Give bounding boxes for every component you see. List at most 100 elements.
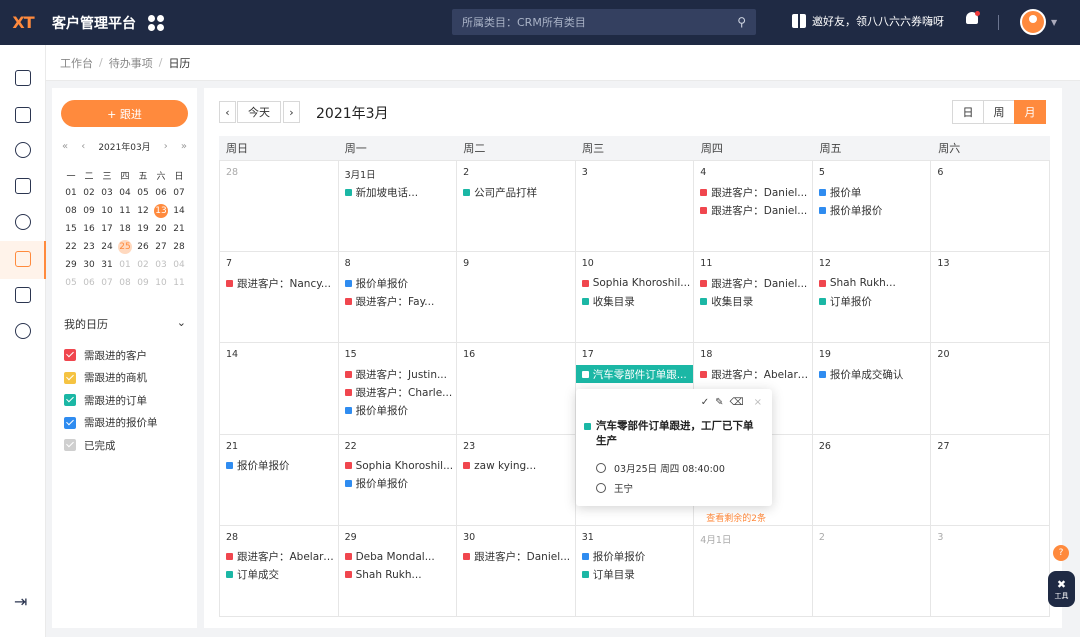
calendar-event[interactable]: 跟进客户：Daniel... [463,548,575,566]
calendar-event[interactable]: 报价单报价 [818,201,931,219]
calendar-event[interactable]: 跟进客户：Justin... [344,365,457,383]
mini-day[interactable]: 02 [80,184,98,202]
show-more-link[interactable]: 查看剩余的2条 [700,511,812,524]
mini-day[interactable]: 09 [80,202,98,220]
mini-day[interactable]: 09 [134,274,152,292]
promo-link[interactable]: 邀好友，领八八六六券嗨呀 [792,13,944,29]
mini-day[interactable]: 06 [80,274,98,292]
mini-day[interactable]: 26 [134,238,152,256]
help-button[interactable]: ? [1053,545,1069,561]
finance-icon[interactable] [15,214,31,230]
view-button[interactable]: 日 [952,100,984,124]
prev-month-button[interactable]: ‹ [219,101,236,123]
calendar-event[interactable]: 跟进客户：Abelard... [226,548,338,566]
customer-icon[interactable] [15,142,31,158]
app-logo[interactable]: XT [0,0,46,45]
calendar-event[interactable]: 跟进客户：Abelard... [700,365,812,383]
bell-icon[interactable] [964,11,980,30]
calendar-event[interactable]: 订单报价 [818,292,931,310]
mini-day-marker[interactable]: 25 [118,240,132,254]
mini-day[interactable]: 02 [134,256,152,274]
calendar-event[interactable]: zaw kying... [463,457,575,475]
next-month-icon[interactable]: › [164,141,168,152]
mini-day[interactable]: 30 [80,256,98,274]
day-cell[interactable]: 4月1日 [694,525,813,617]
day-cell[interactable]: 9 [457,252,576,344]
mini-day[interactable]: 12 [134,202,152,220]
mini-day[interactable]: 08 [62,202,80,220]
follow-up-button[interactable]: + 跟进 [61,100,188,127]
next-year-icon[interactable]: » [181,141,187,152]
calendar-filter-item[interactable]: 需跟进的订单 [64,389,158,412]
mini-day[interactable]: 19 [134,220,152,238]
calendar-event[interactable]: 报价单报价 [344,401,457,419]
search-input[interactable]: 所属类目：CRM所有类目 ⚲ [452,9,756,35]
settings-icon[interactable] [15,323,31,339]
contacts-icon[interactable] [15,178,31,194]
mini-day[interactable]: 29 [62,256,80,274]
mini-day[interactable]: 23 [80,238,98,256]
mini-day[interactable]: 05 [134,184,152,202]
calendar-event[interactable]: 报价单报价 [581,548,694,566]
day-cell[interactable]: 22 Sophia Khoroshil... 报价单报价 [338,434,458,526]
mini-day[interactable]: 10 [98,202,116,220]
mini-day[interactable]: 18 [116,220,134,238]
breadcrumb-item[interactable]: 工作台 [60,55,93,71]
calendar-event[interactable]: 订单成交 [226,566,338,584]
complete-icon[interactable]: ✓ [701,397,709,408]
day-cell[interactable]: 4 跟进客户：Daniel... 跟进客户：Daniel... [694,161,813,253]
mini-day[interactable]: 03 [152,256,170,274]
mini-day[interactable]: 08 [116,274,134,292]
prev-month-icon[interactable]: ‹ [81,141,85,152]
day-cell[interactable]: 21 报价单报价 [220,434,339,526]
mini-day[interactable]: 31 [98,256,116,274]
day-cell[interactable]: 8 报价单报价 跟进客户：Fay... [338,252,458,344]
calendar-event[interactable]: 新加坡电话... [344,183,457,201]
delete-icon[interactable]: ⌫ [729,397,743,408]
calendar-event[interactable]: 跟进客户：Charle... [344,383,457,401]
calendar-event[interactable]: 跟进客户：Fay... [344,292,457,310]
day-cell[interactable]: 19 报价单成交确认 [812,343,932,435]
day-cell[interactable]: 27 [931,434,1050,526]
mini-day[interactable]: 25 [116,238,134,256]
day-cell[interactable]: 2 公司产品打样 [457,161,576,253]
day-cell[interactable]: 20 [931,343,1050,435]
mini-day[interactable]: 15 [62,220,80,238]
calendar-event[interactable]: 跟进客户：Daniel... [700,201,812,219]
day-cell[interactable]: 31 报价单报价 订单目录 [575,525,695,617]
day-cell[interactable]: 15 跟进客户：Justin... 跟进客户：Charle... 报价单报价 [338,343,458,435]
mini-day[interactable]: 28 [170,238,188,256]
day-cell[interactable]: 12 Shah Rukh... 订单报价 [812,252,932,344]
tools-button[interactable]: ✖ 工具 [1048,571,1075,607]
mail-icon[interactable] [15,107,31,123]
day-cell[interactable]: 26 [812,434,932,526]
mini-day[interactable]: 27 [152,238,170,256]
checkbox[interactable] [64,416,76,429]
mini-day[interactable]: 11 [116,202,134,220]
mini-day[interactable]: 03 [98,184,116,202]
mini-day[interactable]: 01 [62,184,80,202]
mini-day[interactable]: 07 [98,274,116,292]
mini-day[interactable]: 20 [152,220,170,238]
mini-day[interactable]: 14 [170,202,188,220]
day-cell[interactable]: 11 跟进客户：Daniel... 收集目录 [694,252,813,344]
store-icon[interactable] [15,287,31,303]
calendar-filter-item[interactable]: 需跟进的客户 [64,344,158,367]
mini-day[interactable]: 07 [170,184,188,202]
mini-day[interactable]: 21 [170,220,188,238]
calendar-event[interactable]: 汽车零部件订单跟... [575,365,694,384]
day-cell[interactable]: 7 跟进客户：Nancy... [220,252,339,344]
day-cell[interactable]: 16 [457,343,576,435]
edit-icon[interactable]: ✎ [715,397,723,408]
prev-year-icon[interactable]: « [62,141,68,152]
calendar-filter-item[interactable]: 需跟进的商机 [64,367,158,390]
chevron-down-icon[interactable]: ⌄ [177,316,186,332]
day-cell[interactable]: 5 报价单 报价单报价 [812,161,932,253]
apps-icon[interactable] [148,14,164,31]
day-cell[interactable]: 28 [220,161,339,253]
breadcrumb-item[interactable]: 待办事项 [109,55,153,71]
calendar-filter-item[interactable]: 已完成 [64,434,158,457]
logout-icon[interactable]: ⇥ [14,592,27,611]
close-icon[interactable]: × [754,397,762,408]
calendar-icon[interactable] [15,251,31,267]
